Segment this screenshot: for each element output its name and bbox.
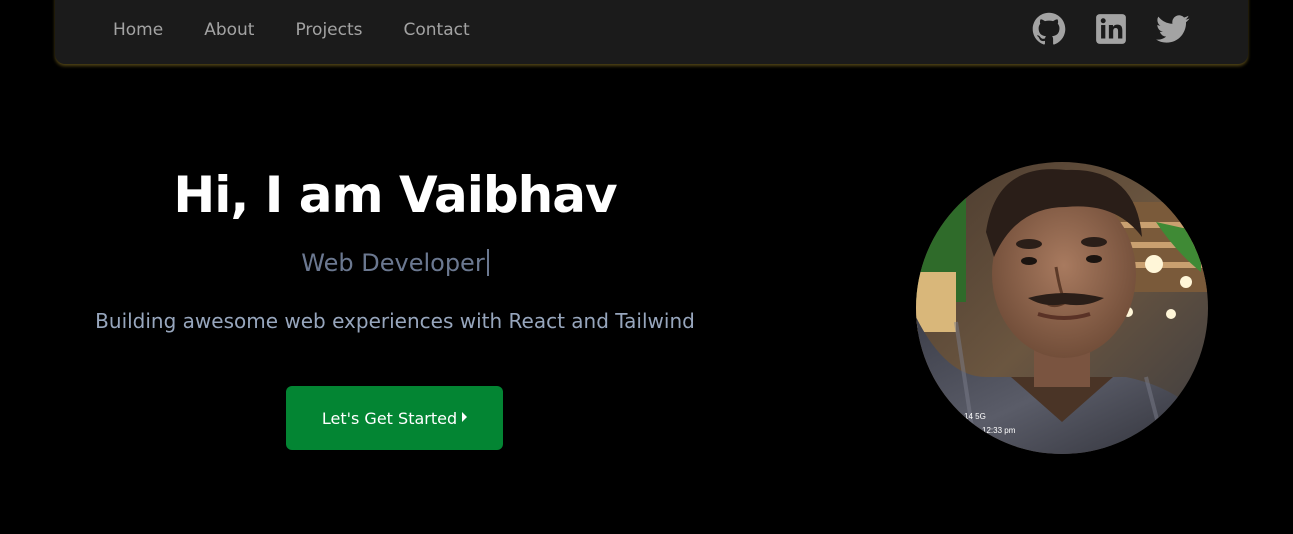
social-links [1032,12,1190,46]
nav-links: Home About Projects Contact [113,19,511,41]
typing-caret [486,249,489,276]
navbar: Home About Projects Contact [55,0,1248,64]
get-started-button[interactable]: Let's Get Started [286,386,503,450]
twitter-icon[interactable] [1156,12,1190,46]
nav-link-projects[interactable]: Projects [295,19,362,41]
nav-link-about[interactable]: About [204,19,254,41]
profile-photo: 14 5G 12:33 pm [916,162,1208,454]
hero-section: Hi, I am Vaibhav Web Developer Building … [45,160,745,334]
hero-tagline: Building awesome web experiences with Re… [95,309,695,333]
nav-link-home[interactable]: Home [113,19,163,41]
nav-link-contact[interactable]: Contact [404,19,470,41]
github-icon[interactable] [1032,12,1066,46]
photo-overlay-network: 14 5G [964,412,986,421]
linkedin-icon[interactable] [1094,12,1128,46]
photo-overlay-time: 12:33 pm [982,426,1016,435]
caret-right-icon [462,411,468,422]
hero-title: Hi, I am Vaibhav [173,166,617,224]
hero-role-line: Web Developer [45,248,745,278]
hero-role: Web Developer [301,249,485,277]
get-started-label: Let's Get Started [321,408,458,428]
